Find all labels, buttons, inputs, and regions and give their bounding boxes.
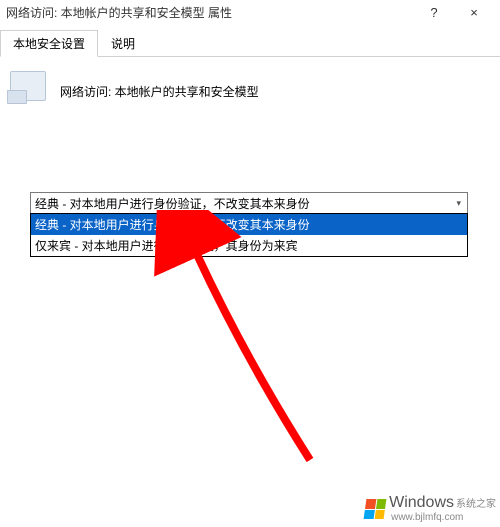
tab-description[interactable]: 说明 <box>98 30 148 57</box>
window-title: 网络访问: 本地帐户的共享和安全模型 属性 <box>6 4 414 21</box>
policy-label: 网络访问: 本地帐户的共享和安全模型 <box>60 83 259 100</box>
policy-header: 网络访问: 本地帐户的共享和安全模型 <box>0 57 500 119</box>
dropdown-selected: 经典 - 对本地用户进行身份验证，不改变其本来身份 <box>35 195 454 212</box>
watermark: Windows系统之家 www.bjlmfq.com <box>365 494 496 523</box>
close-button[interactable]: × <box>454 5 494 20</box>
chevron-down-icon[interactable]: ▾ <box>454 198 463 209</box>
policy-icon <box>10 71 50 111</box>
sharing-model-dropdown[interactable]: 经典 - 对本地用户进行身份验证，不改变其本来身份 ▾ 经典 - 对本地用户进行… <box>30 192 468 257</box>
windows-logo-icon <box>364 499 387 519</box>
title-bar: 网络访问: 本地帐户的共享和安全模型 属性 ? × <box>0 0 500 23</box>
dropdown-field[interactable]: 经典 - 对本地用户进行身份验证，不改变其本来身份 ▾ <box>30 192 468 214</box>
dropdown-option-guest[interactable]: 仅来宾 - 对本地用户进行身份验证，其身份为来宾 <box>31 235 467 256</box>
help-button[interactable]: ? <box>414 5 454 20</box>
dropdown-list: 经典 - 对本地用户进行身份验证，不改变其本来身份 仅来宾 - 对本地用户进行身… <box>30 213 468 257</box>
tab-strip: 本地安全设置 说明 <box>0 29 500 57</box>
watermark-suffix: 系统之家 <box>456 499 496 510</box>
tab-local-security[interactable]: 本地安全设置 <box>0 30 98 57</box>
watermark-url: www.bjlmfq.com <box>391 512 496 523</box>
dropdown-option-classic[interactable]: 经典 - 对本地用户进行身份验证，不改变其本来身份 <box>31 214 467 235</box>
watermark-brand: Windows <box>389 494 454 511</box>
